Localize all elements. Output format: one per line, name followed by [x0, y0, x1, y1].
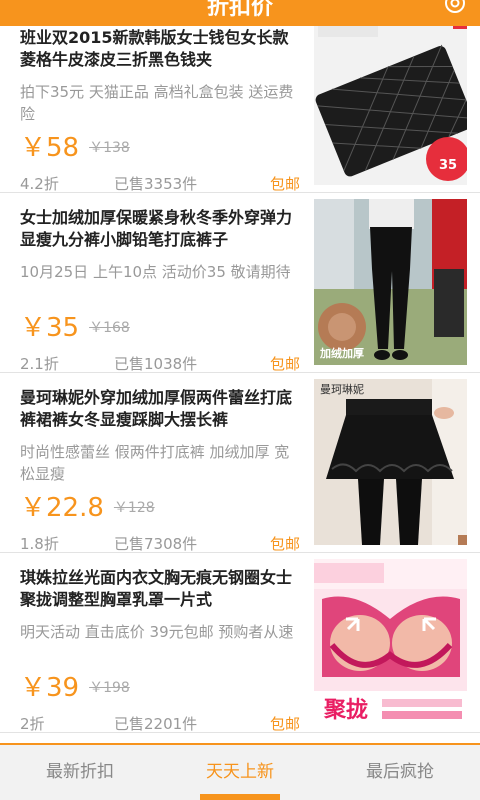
- discount-label: 2折: [20, 715, 45, 733]
- price-row: ￥58 ￥138: [20, 131, 300, 165]
- product-price: ￥35: [20, 313, 80, 343]
- tab-label: 最后疯抢: [366, 762, 434, 782]
- bottom-tab-bar: 最新折扣 天天上新 最后疯抢: [0, 743, 480, 800]
- tab-final-rush[interactable]: 最后疯抢: [320, 745, 480, 800]
- product-description: 明天活动 直击底价 39元包邮 预购者从速: [20, 623, 294, 641]
- image-caption: 聚拢: [323, 698, 368, 723]
- sold-count: 已售2201件: [114, 715, 198, 733]
- product-image-lace-skirt[interactable]: 曼珂琳妮: [314, 379, 467, 545]
- discount-label: 4.2折: [20, 175, 59, 193]
- sold-count: 已售1038件: [114, 355, 198, 373]
- sold-count: 已售3353件: [114, 175, 198, 193]
- original-price: ￥128: [113, 500, 155, 516]
- product-name: 女士加绒加厚保暖紧身秋冬季外穿弹力显瘦九分裤小脚铅笔打底裤子: [20, 208, 293, 249]
- tab-daily-new[interactable]: 天天上新: [160, 745, 320, 800]
- active-tab-indicator: [200, 794, 280, 800]
- original-price: ￥168: [89, 320, 130, 336]
- tab-label: 最新折扣: [46, 762, 114, 782]
- product-description: 时尚性感蕾丝 假两件打底裤 加绒加厚 宽松显瘦: [20, 443, 290, 483]
- sold-count: 已售7308件: [114, 535, 198, 553]
- tab-latest-discount[interactable]: 最新折扣: [0, 745, 160, 800]
- image-caption: 加绒加厚: [319, 346, 364, 360]
- product-description: 拍下35元 天猫正品 高档礼盒包装 送运费险: [20, 83, 294, 123]
- product-price: ￥39: [20, 673, 80, 703]
- product-meta: 1.8折 已售7308件 包邮: [20, 533, 300, 553]
- product-item[interactable]: 琪姝拉丝光面内衣文胸无痕无钢圈女士聚拢调整型胸罩乳罩一片式 明天活动 直击底价 …: [0, 553, 480, 733]
- product-item[interactable]: 女士加绒加厚保暖紧身秋冬季外穿弹力显瘦九分裤小脚铅笔打底裤子 10月25日 上午…: [0, 193, 480, 373]
- discount-label: 2.1折: [20, 355, 59, 373]
- product-meta: 2.1折 已售1038件 包邮: [20, 353, 300, 373]
- product-image-bra[interactable]: 聚拢: [314, 559, 467, 725]
- product-image-wallet[interactable]: 35: [314, 26, 467, 185]
- app-header: 折扣价: [0, 0, 480, 26]
- product-name: 琪姝拉丝光面内衣文胸无痕无钢圈女士聚拢调整型胸罩乳罩一片式: [20, 568, 293, 609]
- price-row: ￥35 ￥168: [20, 311, 300, 345]
- brand-watermark: 曼珂琳妮: [320, 382, 364, 396]
- free-shipping-label: 包邮: [269, 715, 300, 733]
- product-item[interactable]: 班业双2015新款韩版女士钱包女长款菱格牛皮漆皮三折黑色钱夹 拍下35元 天猫正…: [0, 26, 480, 193]
- product-price: ￥22.8: [20, 493, 104, 523]
- price-row: ￥39 ￥198: [20, 671, 300, 705]
- page-title: 折扣价: [206, 0, 273, 20]
- price-sticker: 35: [439, 158, 457, 173]
- price-row: ￥22.8 ￥128: [20, 491, 300, 525]
- free-shipping-label: 包邮: [269, 535, 300, 553]
- discount-label: 1.8折: [20, 535, 59, 553]
- free-shipping-label: 包邮: [269, 175, 300, 193]
- original-price: ￥138: [89, 140, 130, 156]
- original-price: ￥198: [89, 680, 130, 696]
- product-meta: 2折 已售2201件 包邮: [20, 713, 300, 733]
- gear-icon[interactable]: [442, 0, 468, 16]
- product-image-leggings[interactable]: 加绒加厚: [314, 199, 467, 365]
- free-shipping-label: 包邮: [269, 355, 300, 373]
- tab-label: 天天上新: [206, 762, 274, 782]
- product-description: 10月25日 上午10点 活动价35 敬请期待: [20, 263, 291, 281]
- product-list[interactable]: 班业双2015新款韩版女士钱包女长款菱格牛皮漆皮三折黑色钱夹 拍下35元 天猫正…: [0, 26, 480, 743]
- product-name: 班业双2015新款韩版女士钱包女长款菱格牛皮漆皮三折黑色钱夹: [20, 28, 289, 69]
- product-name: 曼珂琳妮外穿加绒加厚假两件蕾丝打底裤裙裤女冬显瘦踩脚大摆长裤: [20, 388, 293, 429]
- product-price: ￥58: [20, 133, 80, 163]
- product-item[interactable]: 曼珂琳妮外穿加绒加厚假两件蕾丝打底裤裙裤女冬显瘦踩脚大摆长裤 时尚性感蕾丝 假两…: [0, 373, 480, 553]
- product-meta: 4.2折 已售3353件 包邮: [20, 173, 300, 193]
